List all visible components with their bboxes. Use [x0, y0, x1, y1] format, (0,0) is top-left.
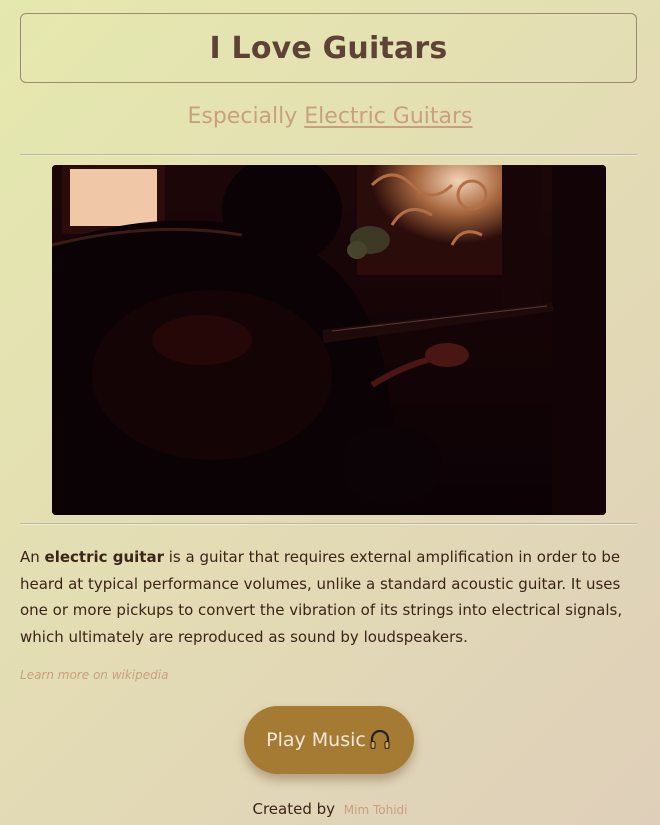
- play-music-label: Play Music: [266, 729, 366, 751]
- play-music-button[interactable]: Play Music: [244, 706, 414, 774]
- title-box: I Love Guitars: [20, 13, 637, 83]
- subtitle-prefix: Especially: [187, 104, 298, 129]
- guitar-photo: [52, 165, 606, 515]
- author-link[interactable]: Mim Tohidi: [344, 803, 408, 817]
- footer-prefix: Created by: [252, 800, 336, 818]
- description-paragraph: An electric guitar is a guitar that requ…: [20, 544, 640, 650]
- footer: Created by Mim Tohidi: [0, 800, 660, 818]
- electric-guitars-link[interactable]: Electric Guitars: [304, 104, 472, 129]
- headphones-icon: [368, 728, 392, 752]
- page-title: I Love Guitars: [209, 30, 448, 66]
- description-bold: electric guitar: [44, 548, 164, 566]
- description-part1: An: [20, 548, 45, 566]
- subtitle: Especially Electric Guitars: [0, 104, 660, 129]
- learn-more-link[interactable]: Learn more on wikipedia: [20, 668, 168, 682]
- divider-bottom: [20, 523, 637, 525]
- guitar-photo-illustration: [52, 165, 606, 515]
- divider-top: [20, 154, 637, 156]
